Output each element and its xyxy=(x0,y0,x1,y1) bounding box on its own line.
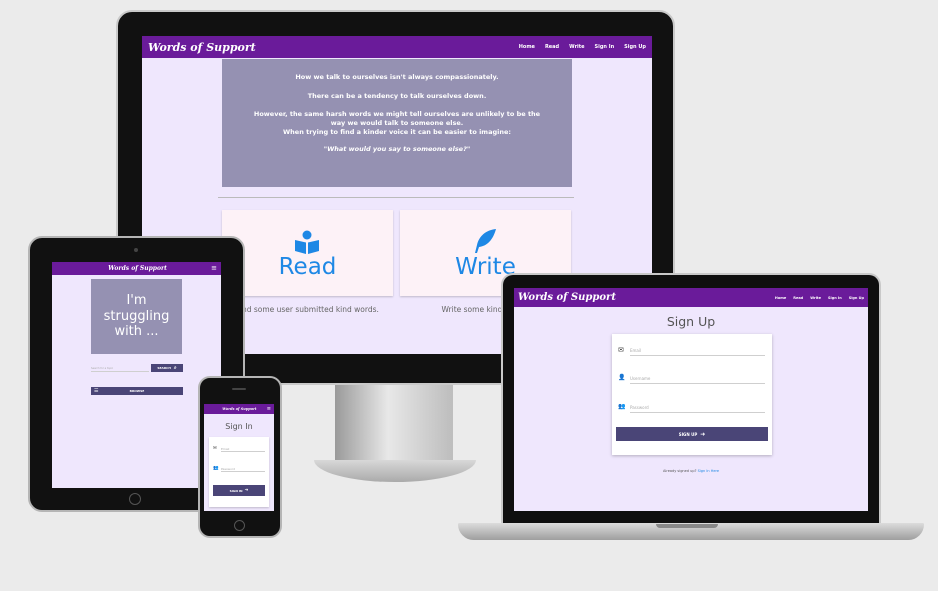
feather-icon xyxy=(475,229,496,253)
read-card-caption: Find some user submitted kind words. xyxy=(236,305,379,314)
phone-screen: Words of Support ≡ Sign In ✉ Email 👥 Pas… xyxy=(204,404,274,511)
phone-home-button[interactable] xyxy=(234,520,245,531)
nav-write[interactable]: Write xyxy=(810,296,821,300)
struggle-line-3: with ... xyxy=(114,324,159,340)
list-icon: ☰ xyxy=(94,388,99,394)
tablet-camera xyxy=(134,248,138,252)
nav-home[interactable]: Home xyxy=(775,296,786,300)
struggle-line-1: I'm xyxy=(126,293,147,308)
signin-password-field[interactable]: Password xyxy=(221,466,265,472)
read-card-title: Read xyxy=(278,254,337,280)
brand-logo[interactable]: Words of Support xyxy=(108,265,167,272)
hamburger-menu-icon[interactable]: ≡ xyxy=(267,406,271,412)
laptop-screen: Words of Support Home Read Write Sign In… xyxy=(514,288,868,511)
user-plus-icon: 👤 xyxy=(618,374,626,381)
struggle-line-2: struggling xyxy=(103,308,170,324)
search-icon: ⌕ xyxy=(173,365,177,371)
tablet-home-button[interactable] xyxy=(129,493,141,505)
signup-email-field[interactable]: Email xyxy=(630,346,765,356)
nav-read[interactable]: Read xyxy=(545,44,559,50)
phone-navbar: Words of Support ≡ xyxy=(204,404,274,414)
phone-speaker xyxy=(232,388,246,390)
book-reader-icon xyxy=(295,230,319,254)
nav-sign-up[interactable]: Sign Up xyxy=(624,44,646,50)
monitor-stand-base xyxy=(314,460,476,482)
monitor-stand-neck xyxy=(335,385,453,465)
nav-sign-in[interactable]: Sign In xyxy=(828,296,842,300)
envelope-icon: ✉ xyxy=(618,346,624,354)
signup-form-card: ✉ Email 👤 Username 👥 Password SIGN UP ➜ xyxy=(612,334,772,455)
nav-write[interactable]: Write xyxy=(569,44,584,50)
hamburger-menu-icon[interactable]: ≡ xyxy=(211,265,217,272)
hero-line-2: There can be a tendency to talk ourselve… xyxy=(307,92,487,101)
brand-logo[interactable]: Words of Support xyxy=(222,407,256,411)
hero-quote: "What would you say to someone else?" xyxy=(323,145,471,154)
laptop-trackpad-notch xyxy=(656,524,718,528)
signin-button[interactable]: SIGN IN ➜ xyxy=(213,485,265,496)
tablet-search-input[interactable]: Search for a topic xyxy=(91,366,149,372)
tablet-navbar: Words of Support ≡ xyxy=(52,262,221,275)
struggle-panel: I'm struggling with ... xyxy=(91,279,182,354)
signin-email-field[interactable]: Email xyxy=(221,446,265,452)
nav-sign-up[interactable]: Sign Up xyxy=(849,296,864,300)
hero-line-3b: way we would talk to someone else. xyxy=(330,119,464,128)
read-card[interactable]: Read xyxy=(222,210,393,296)
hero-panel: How we talk to ourselves isn't always co… xyxy=(222,59,572,187)
signin-form-card: ✉ Email 👥 Password SIGN IN ➜ xyxy=(209,437,269,507)
signin-title: Sign In xyxy=(225,422,253,431)
signup-password-field[interactable]: Password xyxy=(630,403,765,413)
divider xyxy=(218,197,574,198)
lock-icon: 👥 xyxy=(213,466,219,471)
signup-button[interactable]: SIGN UP ➜ xyxy=(616,427,768,441)
tablet-browse-button[interactable]: ☰ BROWSE xyxy=(91,387,183,395)
tablet-search-button[interactable]: SEARCH ⌕ xyxy=(151,364,183,372)
brand-logo[interactable]: Words of Support xyxy=(148,41,256,54)
signup-username-field[interactable]: Username xyxy=(630,374,765,384)
nav-sign-in[interactable]: Sign In xyxy=(595,44,615,50)
user-lock-icon: 👥 xyxy=(618,403,626,410)
nav-read[interactable]: Read xyxy=(793,296,803,300)
sign-in-link[interactable]: Sign In Here xyxy=(698,469,719,473)
laptop-navbar: Words of Support Home Read Write Sign In… xyxy=(514,288,868,307)
monitor-navbar: Words of Support Home Read Write Sign In… xyxy=(142,36,652,58)
nav-home[interactable]: Home xyxy=(519,44,535,50)
tablet-screen: Words of Support ≡ I'm struggling with .… xyxy=(52,262,221,488)
hero-line-4: When trying to find a kinder voice it ca… xyxy=(283,128,511,137)
signup-title: Sign Up xyxy=(666,314,716,329)
hero-line-1: How we talk to ourselves isn't always co… xyxy=(295,73,499,81)
brand-logo[interactable]: Words of Support xyxy=(518,292,616,303)
signup-footer: Already signed up? Sign In Here xyxy=(662,469,719,473)
envelope-icon: ✉ xyxy=(213,446,217,451)
sign-in-icon: ➜ xyxy=(244,488,249,493)
sign-in-icon: ➜ xyxy=(700,430,706,438)
hero-line-3a: However, the same harsh words we might t… xyxy=(253,110,541,119)
